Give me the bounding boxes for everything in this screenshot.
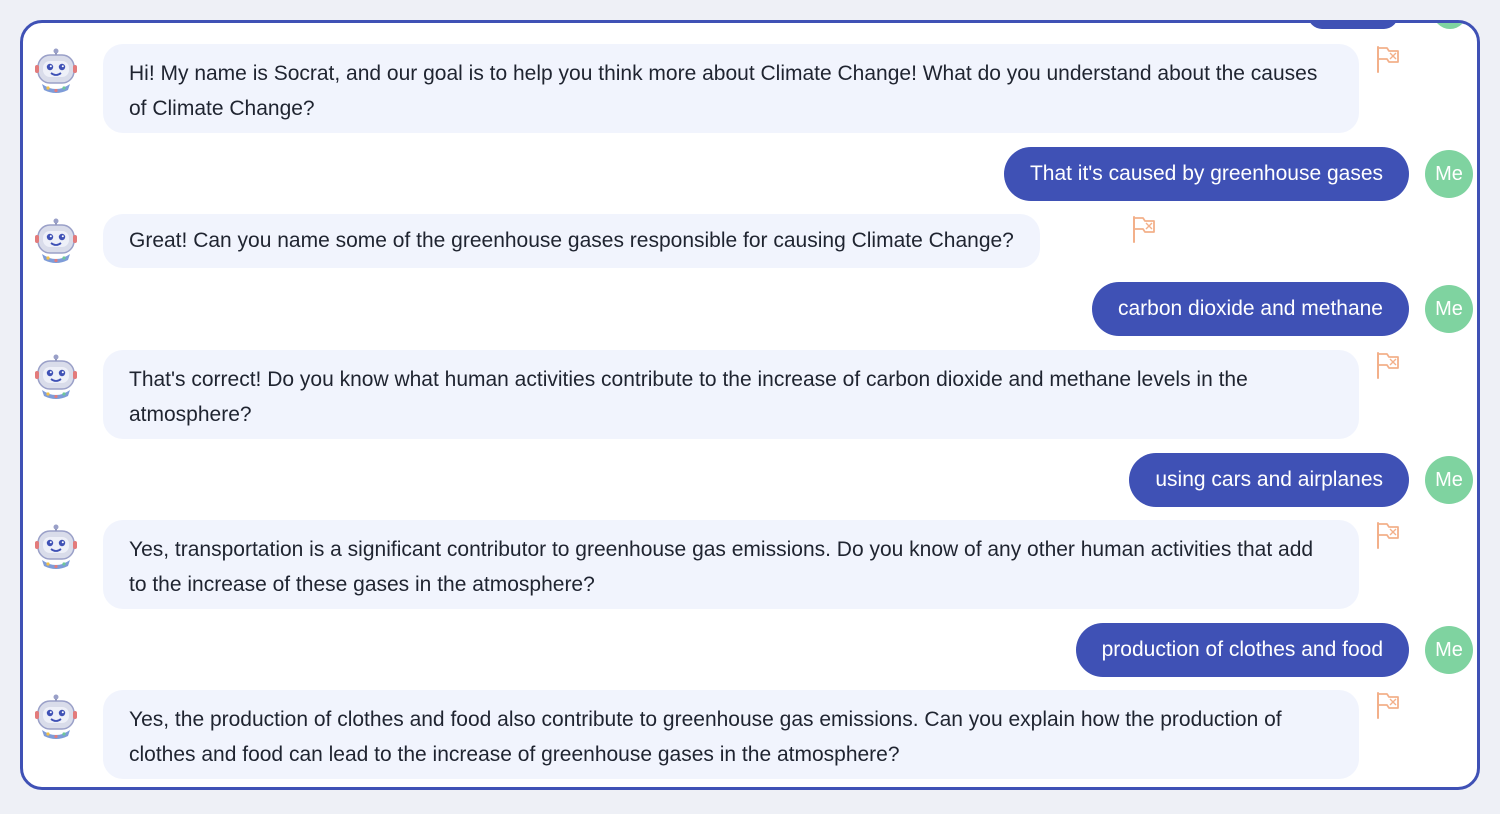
- user-message-bubble: production of clothes and food: [1075, 623, 1409, 677]
- me-avatar: Me: [1425, 150, 1473, 198]
- user-message-bubble: using cars and airplanes: [1129, 453, 1409, 507]
- bot-message-bubble: Yes, transportation is a significant con…: [103, 520, 1359, 609]
- robot-avatar-icon: [33, 218, 79, 266]
- robot-avatar-icon: [33, 694, 79, 742]
- chat-window: Hi! My name is Socrat, and our goal is t…: [20, 20, 1480, 790]
- me-avatar: Me: [1425, 285, 1473, 333]
- flag-icon[interactable]: [1373, 690, 1403, 720]
- robot-avatar-icon: [33, 524, 79, 572]
- flag-icon[interactable]: [1373, 44, 1403, 74]
- previous-user-bubble-partial: [1308, 23, 1398, 29]
- user-message-bubble: carbon dioxide and methane: [1091, 282, 1409, 336]
- bot-message-bubble: That's correct! Do you know what human a…: [103, 350, 1359, 439]
- robot-avatar-icon: [33, 48, 79, 96]
- bot-message-bubble: Hi! My name is Socrat, and our goal is t…: [103, 44, 1359, 133]
- flag-icon[interactable]: [1129, 214, 1159, 244]
- bot-message-bubble: Great! Can you name some of the greenhou…: [103, 214, 1040, 268]
- bot-message-bubble: Yes, the production of clothes and food …: [103, 690, 1359, 779]
- me-avatar: Me: [1425, 626, 1473, 674]
- user-message-bubble: That it's caused by greenhouse gases: [1003, 147, 1409, 201]
- flag-icon[interactable]: [1373, 350, 1403, 380]
- robot-avatar-icon: [33, 354, 79, 402]
- me-avatar: Me: [1425, 456, 1473, 504]
- previous-me-avatar-partial: [1433, 23, 1467, 29]
- flag-icon[interactable]: [1373, 520, 1403, 550]
